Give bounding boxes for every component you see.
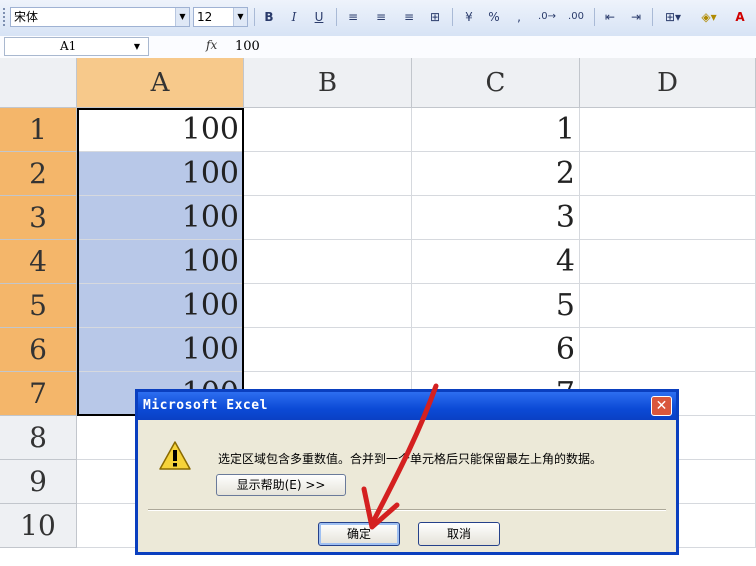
row-header[interactable]: 7: [0, 372, 77, 416]
insert-function-icon[interactable]: fx: [206, 38, 217, 52]
font-size-value: 12: [197, 10, 213, 24]
comma-style-icon[interactable]: ,: [510, 8, 528, 26]
increase-decimal-icon[interactable]: .0→: [535, 8, 559, 26]
cell-b2[interactable]: [244, 152, 412, 196]
percent-style-button[interactable]: %: [485, 8, 503, 26]
toolbar-separator: [254, 8, 255, 26]
toolbar-separator: [652, 8, 653, 26]
cell-c2[interactable]: 2: [412, 152, 580, 196]
cell-d2[interactable]: [580, 152, 756, 196]
increase-indent-icon[interactable]: ⇥: [626, 8, 646, 26]
currency-style-icon[interactable]: ¥: [459, 8, 479, 26]
row-header[interactable]: 2: [0, 152, 77, 196]
cell-a3[interactable]: 100: [77, 196, 244, 240]
font-size-select[interactable]: 12 ▼: [193, 7, 248, 27]
chevron-down-icon[interactable]: ▼: [134, 38, 140, 55]
cell-a1[interactable]: 100: [77, 108, 244, 152]
italic-button[interactable]: I: [285, 8, 303, 26]
formatting-toolbar: 宋体 ▼ 12 ▼ B I U ≡ ≡ ≡ ⊞ ¥ % , .0→ .00 ⇤ …: [0, 0, 756, 37]
cell-d4[interactable]: [580, 240, 756, 284]
cell-d6[interactable]: [580, 328, 756, 372]
font-name-select[interactable]: 宋体 ▼: [10, 7, 190, 27]
row-header[interactable]: 10: [0, 504, 77, 548]
row-header[interactable]: 8: [0, 416, 77, 460]
cell-b3[interactable]: [244, 196, 412, 240]
toolbar-separator: [336, 8, 337, 26]
toolbar-separator: [594, 8, 595, 26]
dialog-title-bar[interactable]: Microsoft Excel ✕: [138, 392, 676, 420]
column-header-a[interactable]: A: [77, 58, 244, 108]
close-button[interactable]: ✕: [651, 396, 672, 416]
cell-a2[interactable]: 100: [77, 152, 244, 196]
row-header[interactable]: 5: [0, 284, 77, 328]
align-left-icon[interactable]: ≡: [344, 8, 362, 26]
row-header[interactable]: 1: [0, 108, 77, 152]
cell-c3[interactable]: 3: [412, 196, 580, 240]
toolbar-separator: [452, 8, 453, 26]
font-name-value: 宋体: [14, 10, 39, 24]
cell-b5[interactable]: [244, 284, 412, 328]
column-header-c[interactable]: C: [412, 58, 580, 108]
formula-bar: A1 ▼ fx 100: [0, 36, 756, 59]
row-header[interactable]: 3: [0, 196, 77, 240]
cell-a5[interactable]: 100: [77, 284, 244, 328]
dialog-divider: [148, 509, 666, 511]
align-center-icon[interactable]: ≡: [372, 8, 390, 26]
toolbar-grip[interactable]: [3, 8, 8, 26]
borders-icon[interactable]: ⊞▾: [658, 8, 688, 26]
cell-d5[interactable]: [580, 284, 756, 328]
cell-b1[interactable]: [244, 108, 412, 152]
cell-b6[interactable]: [244, 328, 412, 372]
formula-input[interactable]: 100: [235, 39, 260, 54]
dialog-message: 选定区域包含多重数值。合并到一个单元格后只能保留最左上角的数据。: [218, 452, 603, 466]
chevron-down-icon[interactable]: ▼: [175, 8, 189, 26]
underline-button[interactable]: U: [310, 8, 328, 26]
ok-button[interactable]: 确定: [318, 522, 400, 546]
cell-c6[interactable]: 6: [412, 328, 580, 372]
decrease-indent-icon[interactable]: ⇤: [600, 8, 620, 26]
row-header[interactable]: 4: [0, 240, 77, 284]
cell-a6[interactable]: 100: [77, 328, 244, 372]
cancel-button[interactable]: 取消: [418, 522, 500, 546]
name-box-value: A1: [60, 39, 77, 53]
bold-button[interactable]: B: [260, 8, 278, 26]
cell-b4[interactable]: [244, 240, 412, 284]
cell-d1[interactable]: [580, 108, 756, 152]
cell-d3[interactable]: [580, 196, 756, 240]
name-box[interactable]: A1 ▼: [4, 37, 149, 56]
show-help-button[interactable]: 显示帮助(E) >>: [216, 474, 346, 496]
warning-icon: [159, 441, 191, 470]
column-header-b[interactable]: B: [244, 58, 412, 108]
dialog-title: Microsoft Excel: [143, 398, 268, 413]
merge-warning-dialog: Microsoft Excel ✕ 选定区域包含多重数值。合并到一个单元格后只能…: [135, 389, 679, 555]
cell-a4[interactable]: 100: [77, 240, 244, 284]
cell-c4[interactable]: 4: [412, 240, 580, 284]
merge-cells-icon[interactable]: ⊞: [425, 8, 445, 26]
fill-color-icon[interactable]: ◈▾: [694, 8, 724, 26]
decrease-decimal-icon[interactable]: .00: [564, 8, 588, 26]
cell-c1[interactable]: 1: [412, 108, 580, 152]
align-right-icon[interactable]: ≡: [400, 8, 418, 26]
column-header-d[interactable]: D: [580, 58, 756, 108]
row-header[interactable]: 9: [0, 460, 77, 504]
font-color-icon[interactable]: A: [730, 8, 750, 26]
cell-c5[interactable]: 5: [412, 284, 580, 328]
chevron-down-icon[interactable]: ▼: [233, 8, 247, 26]
row-header[interactable]: 6: [0, 328, 77, 372]
select-all-corner[interactable]: [0, 58, 77, 108]
